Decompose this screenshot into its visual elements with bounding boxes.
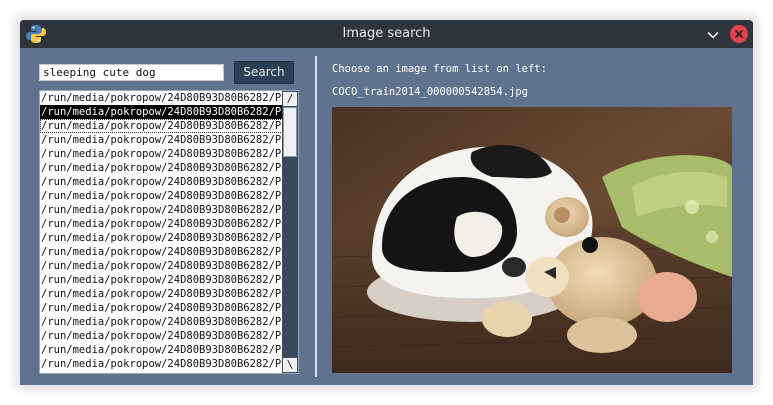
result-item[interactable]: /run/media/pokropow/24D80B93D80B6282/Pro (40, 175, 282, 189)
result-item[interactable]: /run/media/pokropow/24D80B93D80B6282/Pro (40, 189, 282, 203)
result-item[interactable]: /run/media/pokropow/24D80B93D80B6282/Pro (40, 315, 282, 329)
search-input[interactable] (39, 64, 224, 81)
scroll-up-button[interactable]: / (283, 92, 297, 106)
title-bar[interactable]: Image search (20, 20, 753, 48)
result-item[interactable]: /run/media/pokropow/24D80B93D80B6282/Pro (40, 273, 282, 287)
result-item[interactable]: /run/media/pokropow/24D80B93D80B6282/Pro (40, 231, 282, 245)
result-item[interactable]: /run/media/pokropow/24D80B93D80B6282/Pro (40, 119, 282, 133)
app-window: Image search Search /run/media/pokropow/… (20, 20, 753, 385)
result-item[interactable]: /run/media/pokropow/24D80B93D80B6282/Pro (40, 217, 282, 231)
result-item[interactable]: /run/media/pokropow/24D80B93D80B6282/Pro (40, 105, 282, 119)
results-scrollbar[interactable]: / \ (282, 90, 299, 374)
selected-filename: COCO_train2014_000000542854.jpg (332, 86, 528, 98)
result-item[interactable]: /run/media/pokropow/24D80B93D80B6282/Pro (40, 343, 282, 357)
result-item[interactable]: /run/media/pokropow/24D80B93D80B6282/Pro (40, 161, 282, 175)
result-item[interactable]: /run/media/pokropow/24D80B93D80B6282/Pro (40, 259, 282, 273)
results-list: /run/media/pokropow/24D80B93D80B6282/Pro… (40, 91, 282, 371)
scroll-down-button[interactable]: \ (283, 358, 297, 372)
result-item[interactable]: /run/media/pokropow/24D80B93D80B6282/Pro (40, 301, 282, 315)
result-item[interactable]: /run/media/pokropow/24D80B93D80B6282/Pro (40, 147, 282, 161)
panel-divider (315, 56, 317, 377)
preview-image (332, 107, 732, 373)
result-item[interactable]: /run/media/pokropow/24D80B93D80B6282/Pro (40, 329, 282, 343)
chevron-down-icon[interactable] (706, 27, 720, 41)
result-item[interactable]: /run/media/pokropow/24D80B93D80B6282/Pro (40, 133, 282, 147)
result-item[interactable]: /run/media/pokropow/24D80B93D80B6282/Pro (40, 245, 282, 259)
close-icon[interactable] (730, 25, 748, 43)
results-listbox[interactable]: /run/media/pokropow/24D80B93D80B6282/Pro… (39, 90, 283, 374)
result-item[interactable]: /run/media/pokropow/24D80B93D80B6282/Pro (40, 357, 282, 371)
search-button[interactable]: Search (234, 61, 294, 84)
result-item[interactable]: /run/media/pokropow/24D80B93D80B6282/Pro (40, 287, 282, 301)
result-item[interactable]: /run/media/pokropow/24D80B93D80B6282/Pro (40, 203, 282, 217)
instruction-label: Choose an image from list on left: (332, 63, 547, 75)
result-item[interactable]: /run/media/pokropow/24D80B93D80B6282/Pro (40, 91, 282, 105)
window-title: Image search (342, 26, 431, 41)
scrollbar-thumb[interactable] (283, 107, 297, 157)
